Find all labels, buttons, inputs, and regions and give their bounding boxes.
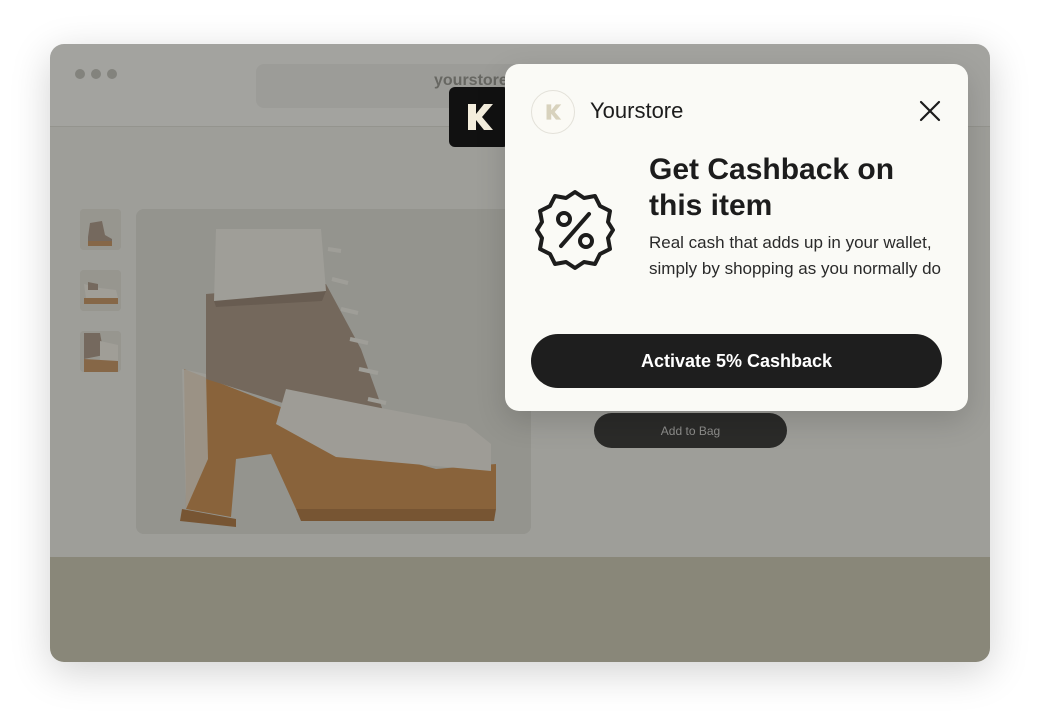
popup-headline: Get Cashback on this item [649, 153, 895, 222]
close-icon [919, 100, 941, 122]
close-button[interactable] [915, 96, 945, 126]
brand-logo [531, 90, 575, 134]
popup-description: Real cash that adds up in your wallet, s… [649, 233, 941, 278]
k-logo-icon [546, 104, 562, 120]
percent-badge-icon [535, 190, 615, 270]
cashback-popup: Yourstore Get Cashback on this item Real… [505, 64, 968, 411]
activate-cashback-button[interactable]: Activate 5% Cashback [531, 334, 942, 388]
brand-name: Yourstore [590, 98, 684, 123]
k-logo-icon [468, 104, 493, 130]
extension-badge[interactable] [449, 87, 509, 147]
